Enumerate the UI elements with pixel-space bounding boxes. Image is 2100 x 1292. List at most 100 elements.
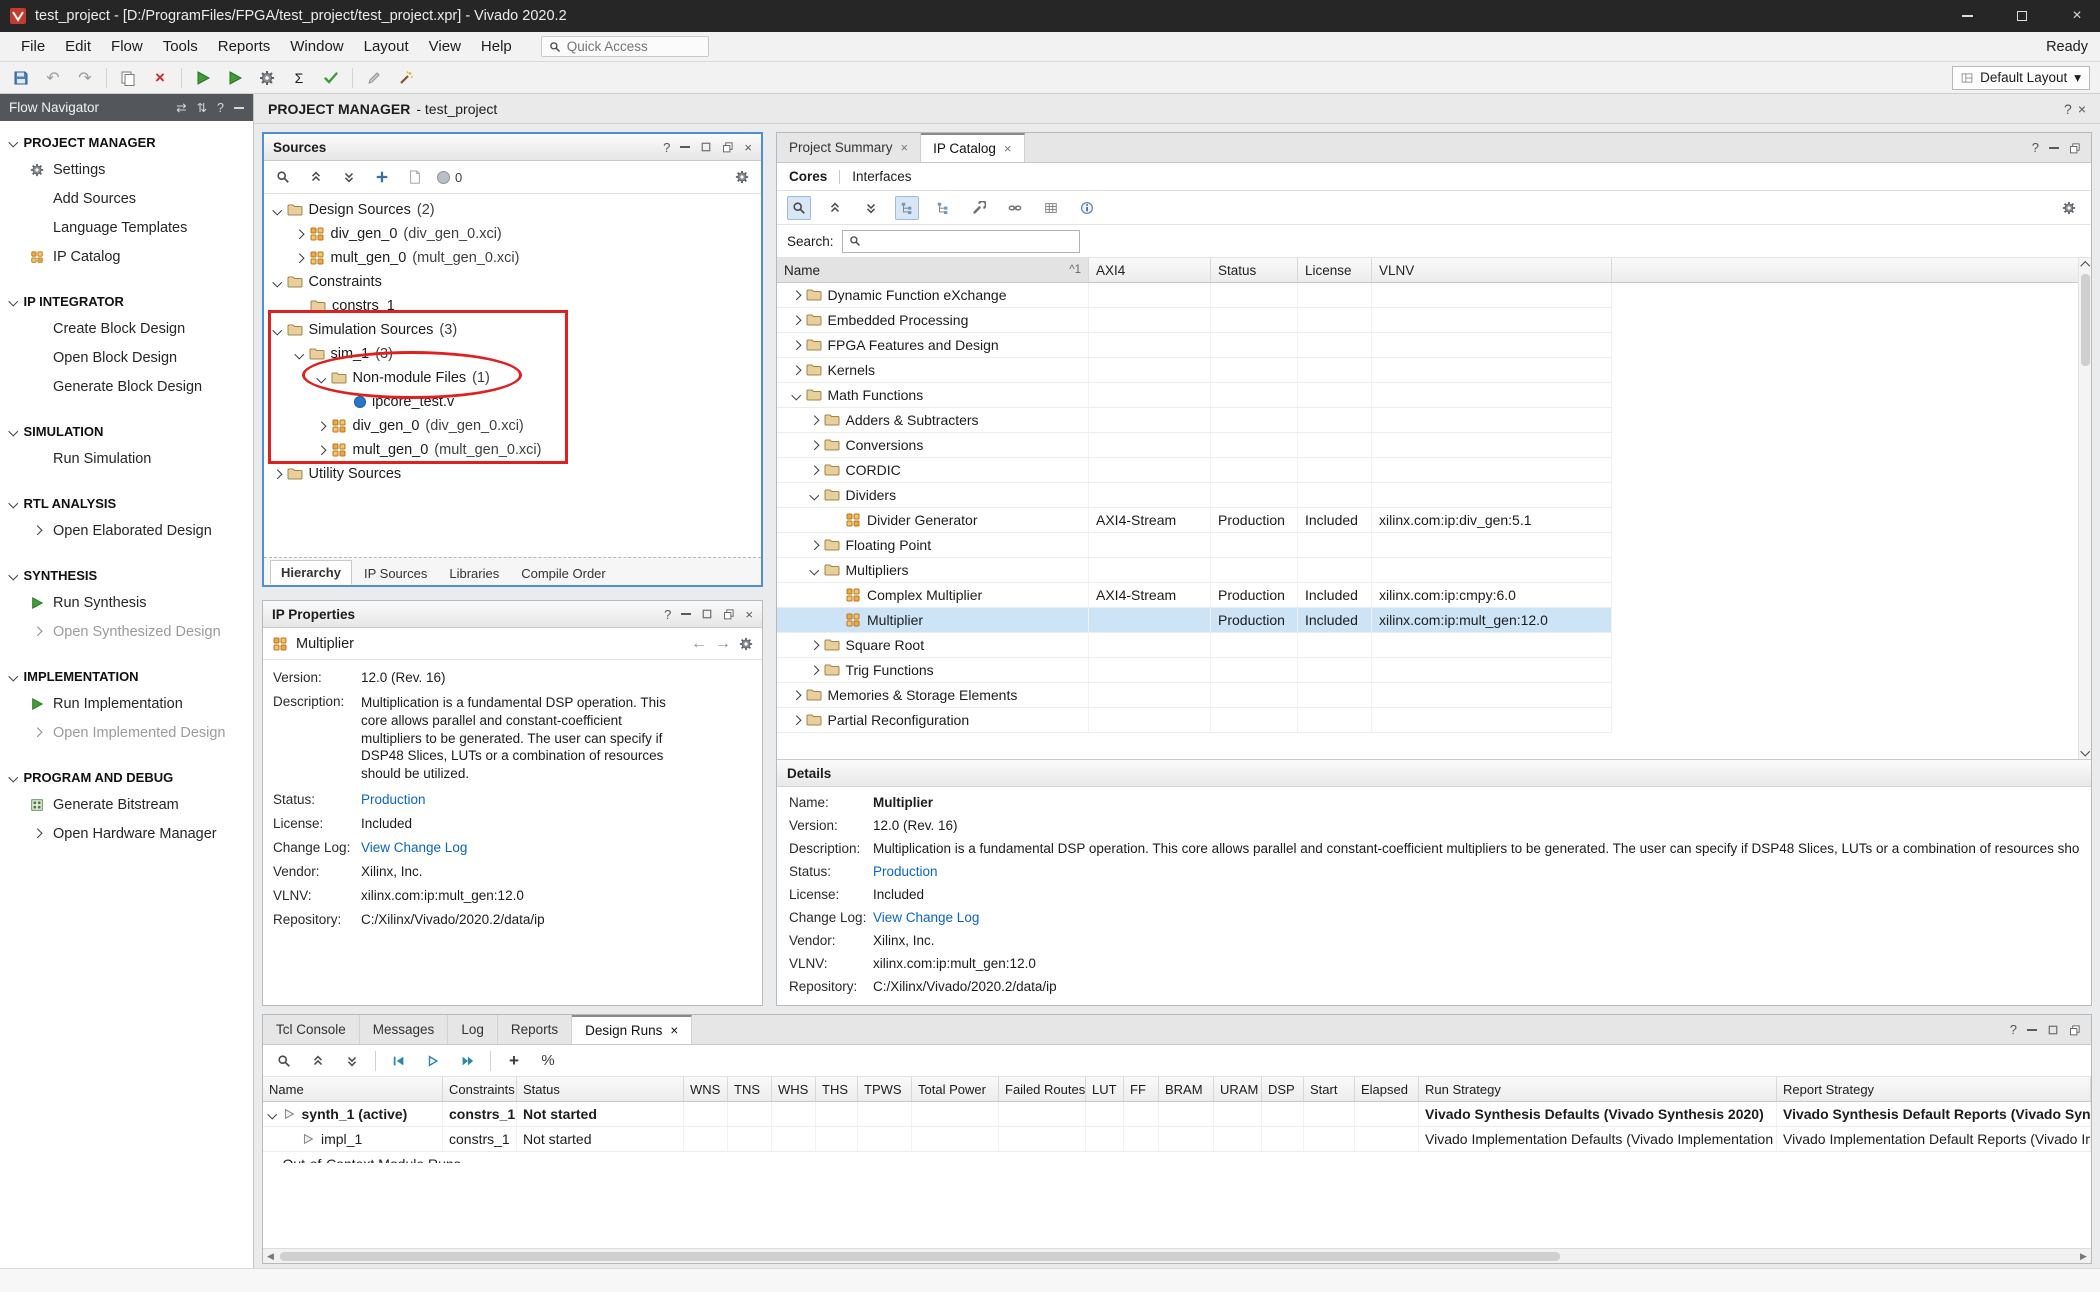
sidebar-item-ip-catalog[interactable]: IP Catalog <box>0 242 253 271</box>
customize-button[interactable] <box>967 196 991 220</box>
status-link[interactable]: Production <box>361 792 426 807</box>
run-row-impl-1[interactable]: impl_1 constrs_1 Not started Vivado Impl… <box>263 1127 2091 1152</box>
run-button[interactable] <box>192 67 214 89</box>
panel-settings-button[interactable] <box>731 166 753 188</box>
tab-project-summary[interactable]: Project Summary× <box>777 133 921 162</box>
close-icon[interactable]: × <box>2078 101 2086 117</box>
tree-row-mult-gen[interactable]: mult_gen_0 (mult_gen_0.xci) <box>264 246 761 270</box>
chevron-right-icon[interactable] <box>810 640 819 649</box>
section-header-simulation[interactable]: SIMULATION <box>0 418 253 444</box>
sidebar-item-open-implemented-design[interactable]: Open Implemented Design <box>0 718 253 747</box>
tree-row-div-gen[interactable]: div_gen_0 (div_gen_0.xci) <box>264 222 761 246</box>
scroll-down-icon[interactable] <box>2080 746 2089 755</box>
catalog-row[interactable]: Trig Functions <box>777 658 1612 683</box>
float-icon[interactable] <box>722 141 734 153</box>
help-icon[interactable]: ? <box>2032 140 2039 155</box>
chevron-down-icon[interactable] <box>273 325 282 334</box>
tab-ip-catalog[interactable]: IP Catalog× <box>921 133 1024 162</box>
filter-badge[interactable]: 0 <box>437 170 462 185</box>
catalog-row[interactable]: Memories & Storage Elements <box>777 683 1612 708</box>
validate-button[interactable] <box>320 67 342 89</box>
quick-access-input[interactable] <box>567 39 685 54</box>
sidebar-item-open-hardware-manager[interactable]: Open Hardware Manager <box>0 819 253 848</box>
minimize-icon[interactable] <box>2027 1029 2037 1031</box>
launch-run-button[interactable] <box>422 1050 444 1072</box>
column-header[interactable]: DSP <box>1262 1077 1304 1101</box>
catalog-row[interactable]: Adders & Subtracters <box>777 408 1612 433</box>
close-icon[interactable]: × <box>744 140 752 155</box>
column-header[interactable]: THS <box>816 1077 858 1101</box>
chevron-right-icon[interactable] <box>792 315 801 324</box>
float-icon[interactable] <box>2069 1024 2081 1036</box>
section-header-rtl-analysis[interactable]: RTL ANALYSIS <box>0 490 253 516</box>
sidebar-item-run-synthesis[interactable]: Run Synthesis <box>0 588 253 617</box>
group-by-category-button[interactable] <box>895 196 919 220</box>
edit-button[interactable] <box>363 67 385 89</box>
catalog-row[interactable]: Floating Point <box>777 533 1612 558</box>
link-button[interactable] <box>1003 196 1027 220</box>
column-header[interactable]: TNS <box>728 1077 772 1101</box>
horizontal-scrollbar[interactable]: ◀ ▶ <box>263 1248 2091 1263</box>
subtab-interfaces[interactable]: Interfaces <box>852 169 911 184</box>
chevron-right-icon[interactable] <box>317 445 326 454</box>
back-icon[interactable]: ← <box>691 635 707 653</box>
collapse-all-button[interactable] <box>305 166 327 188</box>
taxonomy-button[interactable] <box>931 196 955 220</box>
column-header[interactable]: Name <box>263 1077 443 1101</box>
help-icon[interactable]: ? <box>217 101 224 115</box>
close-icon[interactable]: × <box>745 607 753 622</box>
chevron-right-icon[interactable] <box>810 440 819 449</box>
tree-row-constraints[interactable]: Constraints <box>264 270 761 294</box>
catalog-row[interactable]: CORDIC <box>777 458 1612 483</box>
catalog-row[interactable]: Dynamic Function eXchange <box>777 283 1612 308</box>
chevron-right-icon[interactable] <box>792 690 801 699</box>
catalog-row[interactable]: Embedded Processing <box>777 308 1612 333</box>
tab-ip-sources[interactable]: IP Sources <box>354 562 437 585</box>
catalog-row[interactable]: Math Functions <box>777 383 1612 408</box>
column-header[interactable]: Report Strategy <box>1777 1077 2091 1101</box>
column-header[interactable]: Start <box>1304 1077 1355 1101</box>
column-header[interactable]: Failed Routes <box>999 1077 1086 1101</box>
menu-view[interactable]: View <box>420 35 470 58</box>
report-sum-button[interactable]: Σ <box>288 67 310 89</box>
menu-layout[interactable]: Layout <box>355 35 418 58</box>
column-header[interactable]: TPWS <box>858 1077 912 1101</box>
step-forward-button[interactable] <box>456 1050 478 1072</box>
minimize-icon[interactable] <box>2049 147 2059 149</box>
scroll-up-icon[interactable] <box>2080 261 2089 270</box>
menu-edit[interactable]: Edit <box>56 35 100 58</box>
chevron-right-icon[interactable] <box>810 415 819 424</box>
close-icon[interactable]: × <box>901 140 909 155</box>
expand-all-button[interactable] <box>859 196 883 220</box>
swap-icon[interactable]: ⇄ <box>176 100 186 115</box>
info-button[interactable] <box>1075 196 1099 220</box>
settings-gear-button[interactable] <box>256 67 278 89</box>
search-box[interactable] <box>842 230 1080 253</box>
forward-icon[interactable]: → <box>715 635 731 653</box>
section-header-program-and-debug[interactable]: PROGRAM AND DEBUG <box>0 764 253 790</box>
sidebar-item-generate-bitstream[interactable]: Generate Bitstream <box>0 790 253 819</box>
maximize-icon[interactable] <box>701 608 713 620</box>
reset-run-button[interactable] <box>388 1050 410 1072</box>
tab-reports[interactable]: Reports <box>498 1015 572 1044</box>
float-icon[interactable] <box>723 608 735 620</box>
help-icon[interactable]: ? <box>2010 1022 2017 1037</box>
subtab-cores[interactable]: Cores <box>789 169 827 184</box>
sidebar-item-open-elaborated-design[interactable]: Open Elaborated Design <box>0 516 253 545</box>
window-minimize-button[interactable] <box>1944 0 1990 32</box>
expand-all-button[interactable] <box>341 1050 363 1072</box>
maximize-icon[interactable] <box>2047 1024 2059 1036</box>
chevron-right-icon[interactable] <box>317 421 326 430</box>
column-header[interactable]: Total Power <box>912 1077 999 1101</box>
chevron-right-icon[interactable] <box>792 340 801 349</box>
section-header-ip-integrator[interactable]: IP INTEGRATOR <box>0 288 253 314</box>
section-header-implementation[interactable]: IMPLEMENTATION <box>0 663 253 689</box>
delete-button[interactable]: × <box>149 67 171 89</box>
column-header[interactable]: WHS <box>772 1077 816 1101</box>
catalog-row[interactable]: FPGA Features and Design <box>777 333 1612 358</box>
sidebar-item-language-templates[interactable]: Language Templates <box>0 213 253 242</box>
column-header[interactable]: WNS <box>684 1077 728 1101</box>
column-header-license[interactable]: License <box>1298 258 1372 282</box>
column-header-status[interactable]: Status <box>1211 258 1298 282</box>
chevron-right-icon[interactable] <box>810 540 819 549</box>
